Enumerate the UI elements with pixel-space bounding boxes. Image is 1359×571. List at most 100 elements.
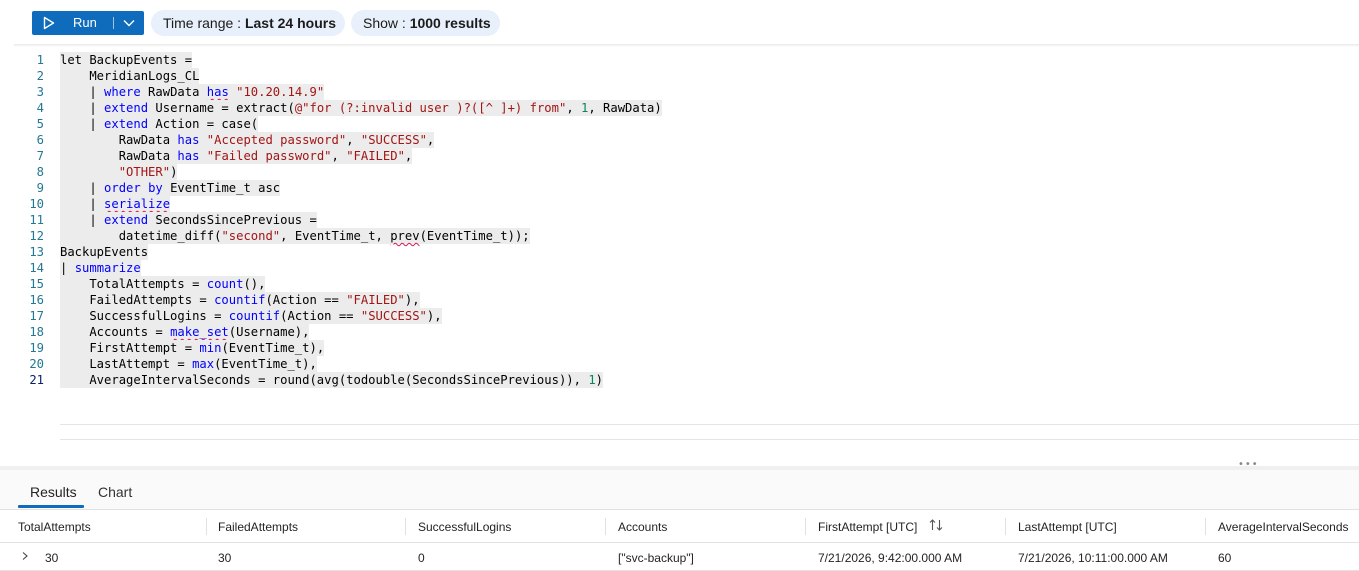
column-resize-handle[interactable] xyxy=(605,518,606,535)
code-line[interactable]: 9 | order by EventTime_t asc xyxy=(0,180,1359,196)
query-toolbar: Run Time range : Last 24 hours Show : 10… xyxy=(0,0,1359,48)
cell-firstattempt: 7/21/2026, 9:42:00.000 AM xyxy=(818,551,963,565)
column-resize-handle[interactable] xyxy=(1005,518,1006,535)
code-line[interactable]: 19 FirstAttempt = min(EventTime_t), xyxy=(0,340,1359,356)
column-header-failedattempts[interactable]: FailedAttempts xyxy=(218,520,298,534)
code-text: FailedAttempts = countif(Action == "FAIL… xyxy=(60,292,420,308)
line-number: 14 xyxy=(29,261,44,275)
code-text: RawData has "Failed password", "FAILED", xyxy=(60,148,413,164)
code-text: Accounts = make_set(Username), xyxy=(60,324,310,340)
column-header-averageintervalseconds[interactable]: AverageIntervalSeconds xyxy=(1218,520,1349,534)
query-editor[interactable]: 1 let BackupEvents = 2 MeridianLogs_CL 3 | … xyxy=(0,52,1359,440)
code-text: | summarize xyxy=(60,260,141,276)
column-resize-handle[interactable] xyxy=(206,518,207,535)
code-line[interactable]: 15 TotalAttempts = count(), xyxy=(0,276,1359,292)
line-number: 21 xyxy=(29,373,44,387)
column-resize-handle[interactable] xyxy=(805,518,806,535)
code-text: | extend Action = case( xyxy=(60,116,259,132)
code-text: "OTHER") xyxy=(60,164,178,180)
code-text: | extend Username = extract(@"for (?:inv… xyxy=(60,100,662,116)
code-text: LastAttempt = max(EventTime_t), xyxy=(60,356,317,372)
code-text: | serialize xyxy=(60,196,171,212)
line-number: 15 xyxy=(29,277,44,291)
code-line[interactable]: 20 LastAttempt = max(EventTime_t), xyxy=(0,356,1359,372)
cell-lastattempt: 7/21/2026, 10:11:00.000 AM xyxy=(1018,551,1168,565)
cell-averageintervalseconds: 60 xyxy=(1218,551,1232,565)
line-number: 18 xyxy=(29,325,44,339)
line-number: 17 xyxy=(29,309,44,323)
code-line[interactable]: 2 MeridianLogs_CL xyxy=(0,68,1359,84)
results-grid: TotalAttempts FailedAttempts SuccessfulL… xyxy=(0,510,1359,571)
column-resize-handle[interactable] xyxy=(1205,518,1206,535)
code-text: | where RawData has "10.20.14.9" xyxy=(60,84,325,100)
column-header-successfullogins[interactable]: SuccessfulLogins xyxy=(418,520,511,534)
column-header-firstattempt[interactable]: FirstAttempt [UTC] xyxy=(818,520,917,534)
code-line[interactable]: 14 | summarize xyxy=(0,260,1359,276)
line-number: 12 xyxy=(29,229,44,243)
column-header-lastattempt[interactable]: LastAttempt [UTC] xyxy=(1018,520,1117,534)
code-text: | extend SecondsSincePrevious = xyxy=(60,212,317,228)
code-line[interactable]: 5 | extend Action = case( xyxy=(0,116,1359,132)
line-number: 11 xyxy=(29,213,44,227)
column-header-totalattempts[interactable]: TotalAttempts xyxy=(18,520,91,534)
chevron-down-icon[interactable] xyxy=(122,17,136,29)
results-tabs: Results Chart xyxy=(0,470,1359,510)
run-button[interactable]: Run xyxy=(32,11,144,35)
line-number: 4 xyxy=(36,101,44,115)
code-line[interactable]: 4 | extend Username = extract(@"for (?:i… xyxy=(0,100,1359,116)
code-line[interactable]: 8 "OTHER") xyxy=(0,164,1359,180)
code-line[interactable]: 18 Accounts = make_set(Username), xyxy=(0,324,1359,340)
code-text: let BackupEvents = xyxy=(60,52,193,68)
current-line-highlight xyxy=(60,424,1359,440)
code-text: SuccessfulLogins = countif(Action == "SU… xyxy=(60,308,442,324)
code-text: FirstAttempt = min(EventTime_t), xyxy=(60,340,325,356)
line-number: 2 xyxy=(36,69,44,83)
line-number: 20 xyxy=(29,357,44,371)
code-line[interactable]: 1 let BackupEvents = xyxy=(0,52,1359,68)
line-number: 16 xyxy=(29,293,44,307)
line-number: 19 xyxy=(29,341,44,355)
code-text: TotalAttempts = count(), xyxy=(60,276,266,292)
column-resize-handle[interactable] xyxy=(405,518,406,535)
tab-results[interactable]: Results xyxy=(30,484,77,500)
code-line[interactable]: 13 BackupEvents xyxy=(0,244,1359,260)
code-line[interactable]: 17 SuccessfulLogins = countif(Action == … xyxy=(0,308,1359,324)
sort-icon[interactable] xyxy=(928,517,944,533)
play-icon xyxy=(43,16,55,30)
code-line[interactable]: 12 datetime_diff("second", EventTime_t, … xyxy=(0,228,1359,244)
code-line[interactable]: 6 RawData has "Accepted password", "SUCC… xyxy=(0,132,1359,148)
splitter-handle[interactable]: ••• xyxy=(1238,459,1259,470)
cell-totalattempts: 30 xyxy=(45,551,59,565)
table-row[interactable]: 30 30 0 ["svc-backup"] 7/21/2026, 9:42:0… xyxy=(0,543,1359,571)
tab-chart[interactable]: Chart xyxy=(98,484,132,500)
line-number: 5 xyxy=(36,117,44,131)
line-number: 9 xyxy=(36,181,44,195)
time-range-value: Last 24 hours xyxy=(244,15,336,31)
line-number: 6 xyxy=(36,133,44,147)
run-divider xyxy=(113,17,114,29)
column-header-accounts[interactable]: Accounts xyxy=(618,520,667,534)
code-text: RawData has "Accepted password", "SUCCES… xyxy=(60,132,435,148)
cell-failedattempts: 30 xyxy=(218,551,232,565)
show-value: 1000 results xyxy=(409,15,491,31)
code-text: MeridianLogs_CL xyxy=(60,68,200,84)
code-line[interactable]: 3 | where RawData has "10.20.14.9" xyxy=(0,84,1359,100)
line-number: 1 xyxy=(36,53,44,67)
code-line[interactable]: 7 RawData has "Failed password", "FAILED… xyxy=(0,148,1359,164)
code-text: BackupEvents xyxy=(60,244,149,260)
code-line[interactable]: 10 | serialize xyxy=(0,196,1359,212)
result-limit-picker[interactable]: Show : 1000 results xyxy=(351,10,500,36)
code-line[interactable]: 11 | extend SecondsSincePrevious = xyxy=(0,212,1359,228)
code-line[interactable]: 21 AverageIntervalSeconds = round(avg(to… xyxy=(0,372,1359,388)
time-range-label: Time range : xyxy=(163,15,242,31)
code-line[interactable]: 16 FailedAttempts = countif(Action == "F… xyxy=(0,292,1359,308)
show-label: Show : xyxy=(363,15,406,31)
code-text: AverageIntervalSeconds = round(avg(todou… xyxy=(60,372,603,388)
line-number: 10 xyxy=(29,197,44,211)
log-analytics-query-page: Run Time range : Last 24 hours Show : 10… xyxy=(0,0,1359,571)
code-text: | order by EventTime_t asc xyxy=(60,180,281,196)
time-range-picker[interactable]: Time range : Last 24 hours xyxy=(151,10,345,36)
code-text: datetime_diff("second", EventTime_t, pre… xyxy=(60,228,530,244)
chevron-right-icon[interactable] xyxy=(20,549,30,563)
line-number: 7 xyxy=(36,149,44,163)
